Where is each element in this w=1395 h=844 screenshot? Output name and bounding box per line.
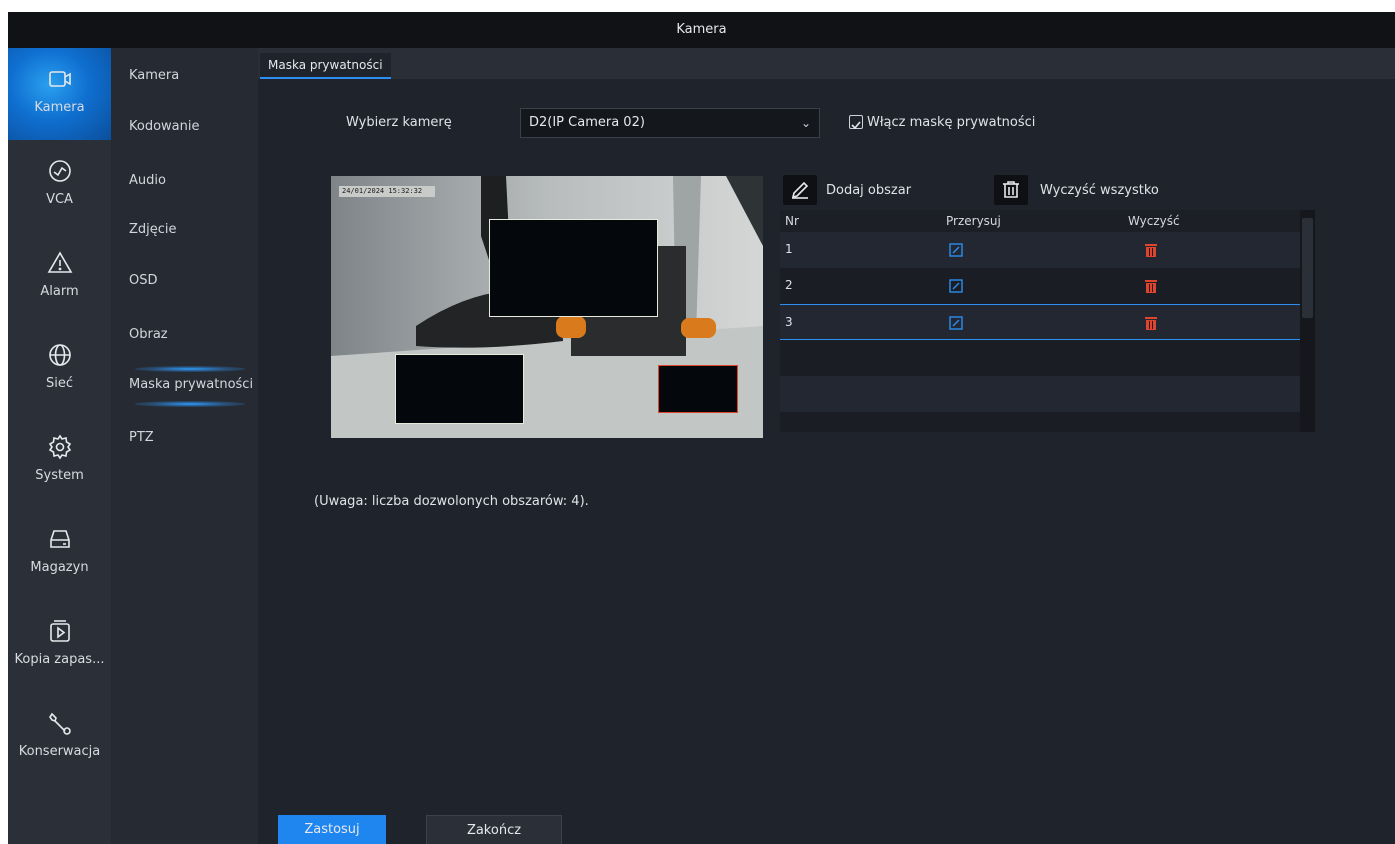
header-przerysuj: Przerysuj [946,214,1001,228]
sub-nav: Kamera Kodowanie Audio Zdjęcie OSD Obraz… [111,48,258,844]
table-row[interactable]: 2 [780,268,1300,304]
vca-icon [47,158,73,184]
enable-mask-label: Włącz maskę prywatności [867,115,1036,130]
subnav-item-obraz[interactable]: Obraz [129,327,168,342]
subnav-item-kamera[interactable]: Kamera [129,68,179,83]
row-number: 1 [785,242,793,256]
mask-areas-table: Nr Przerysuj Wyczyść 1 2 3 [780,210,1315,432]
nav-item-kopia[interactable]: Kopia zapas... [8,600,111,692]
gear-icon [47,434,73,460]
header-wyczysc: Wyczyść [1128,214,1180,228]
nav-item-siec[interactable]: Sieć [8,324,111,416]
network-icon [47,342,73,368]
privacy-mask-3[interactable] [658,365,738,413]
privacy-mask-1[interactable] [489,219,658,317]
camera-select-value: D2(IP Camera 02) [529,115,645,130]
nav-item-label: Alarm [40,284,79,299]
nav-item-label: Sieć [45,376,73,391]
edit-icon[interactable] [949,243,963,257]
clear-all-label[interactable]: Wyczyść wszystko [1040,183,1159,198]
clear-all-button[interactable] [994,175,1028,205]
areas-note: (Uwaga: liczba dozwolonych obszarów: 4). [314,494,589,509]
storage-icon [47,526,73,552]
nav-item-label: Kamera [34,100,85,115]
camera-select[interactable]: D2(IP Camera 02) ⌄ [520,108,820,138]
subnav-item-ptz[interactable]: PTZ [129,430,154,445]
nav-item-label: Konserwacja [18,744,101,759]
subnav-item-zdjecie[interactable]: Zdjęcie [129,222,177,237]
delete-icon[interactable] [1144,278,1158,294]
table-row[interactable]: 1 [780,232,1300,268]
backup-icon [47,618,73,644]
nav-item-alarm[interactable]: Alarm [8,232,111,324]
camera-icon [47,66,73,92]
nav-item-label: Magazyn [30,560,89,575]
header-nr: Nr [785,214,799,228]
alarm-icon [47,250,73,276]
table-header: Nr Przerysuj Wyczyść [780,210,1300,232]
pencil-icon [791,181,809,199]
wrench-icon [47,710,73,736]
nav-item-system[interactable]: System [8,416,111,508]
edit-icon[interactable] [949,279,963,293]
trash-icon [1003,181,1019,198]
table-row-empty [780,376,1300,412]
nav-item-magazyn[interactable]: Magazyn [8,508,111,600]
privacy-mask-2[interactable] [395,354,524,424]
chevron-down-icon: ⌄ [800,116,811,130]
scrollbar-thumb[interactable] [1302,218,1313,318]
subnav-item-kodowanie[interactable]: Kodowanie [129,119,199,134]
camera-preview[interactable]: 24/01/2024 15:32:32 [331,176,763,438]
window-title: Kamera [8,12,1395,48]
subnav-item-maska[interactable]: Maska prywatności [129,377,253,392]
app-window: Kamera Kamera VCA Alarm Sieć System Maga… [8,12,1395,844]
enable-mask-checkbox[interactable] [849,115,863,130]
preview-timestamp: 24/01/2024 15:32:32 [339,186,435,197]
tab-bar: Maska prywatności [258,48,1395,79]
apply-button[interactable]: Zastosuj [278,815,386,844]
subnav-item-osd[interactable]: OSD [129,273,158,288]
table-scrollbar[interactable] [1300,210,1315,432]
subnav-active-glow-top [135,366,245,372]
content-area: Maska prywatności Wybierz kamerę D2(IP C… [258,48,1395,844]
delete-icon[interactable] [1144,315,1158,331]
tab-maska-prywatnosci[interactable]: Maska prywatności [260,53,391,79]
main-nav: Kamera VCA Alarm Sieć System Magazyn Kop… [8,48,111,844]
table-row-empty [780,340,1300,376]
row-number: 3 [785,315,793,329]
camera-select-label: Wybierz kamerę [346,115,452,130]
add-area-button[interactable] [783,175,817,205]
nav-item-vca[interactable]: VCA [8,140,111,232]
edit-icon[interactable] [949,316,963,330]
subnav-active-glow-bottom [135,401,245,407]
check-icon [851,121,861,130]
row-number: 2 [785,278,793,292]
nav-item-label: VCA [46,192,73,207]
subnav-item-audio[interactable]: Audio [129,173,166,188]
nav-item-label: System [35,468,84,483]
table-row[interactable]: 3 [780,304,1300,340]
delete-icon[interactable] [1144,242,1158,258]
nav-item-label: Kopia zapas... [14,652,105,667]
nav-item-konserwacja[interactable]: Konserwacja [8,692,111,784]
add-area-label[interactable]: Dodaj obszar [826,183,911,198]
exit-button[interactable]: Zakończ [426,815,562,844]
nav-item-kamera[interactable]: Kamera [8,48,111,140]
